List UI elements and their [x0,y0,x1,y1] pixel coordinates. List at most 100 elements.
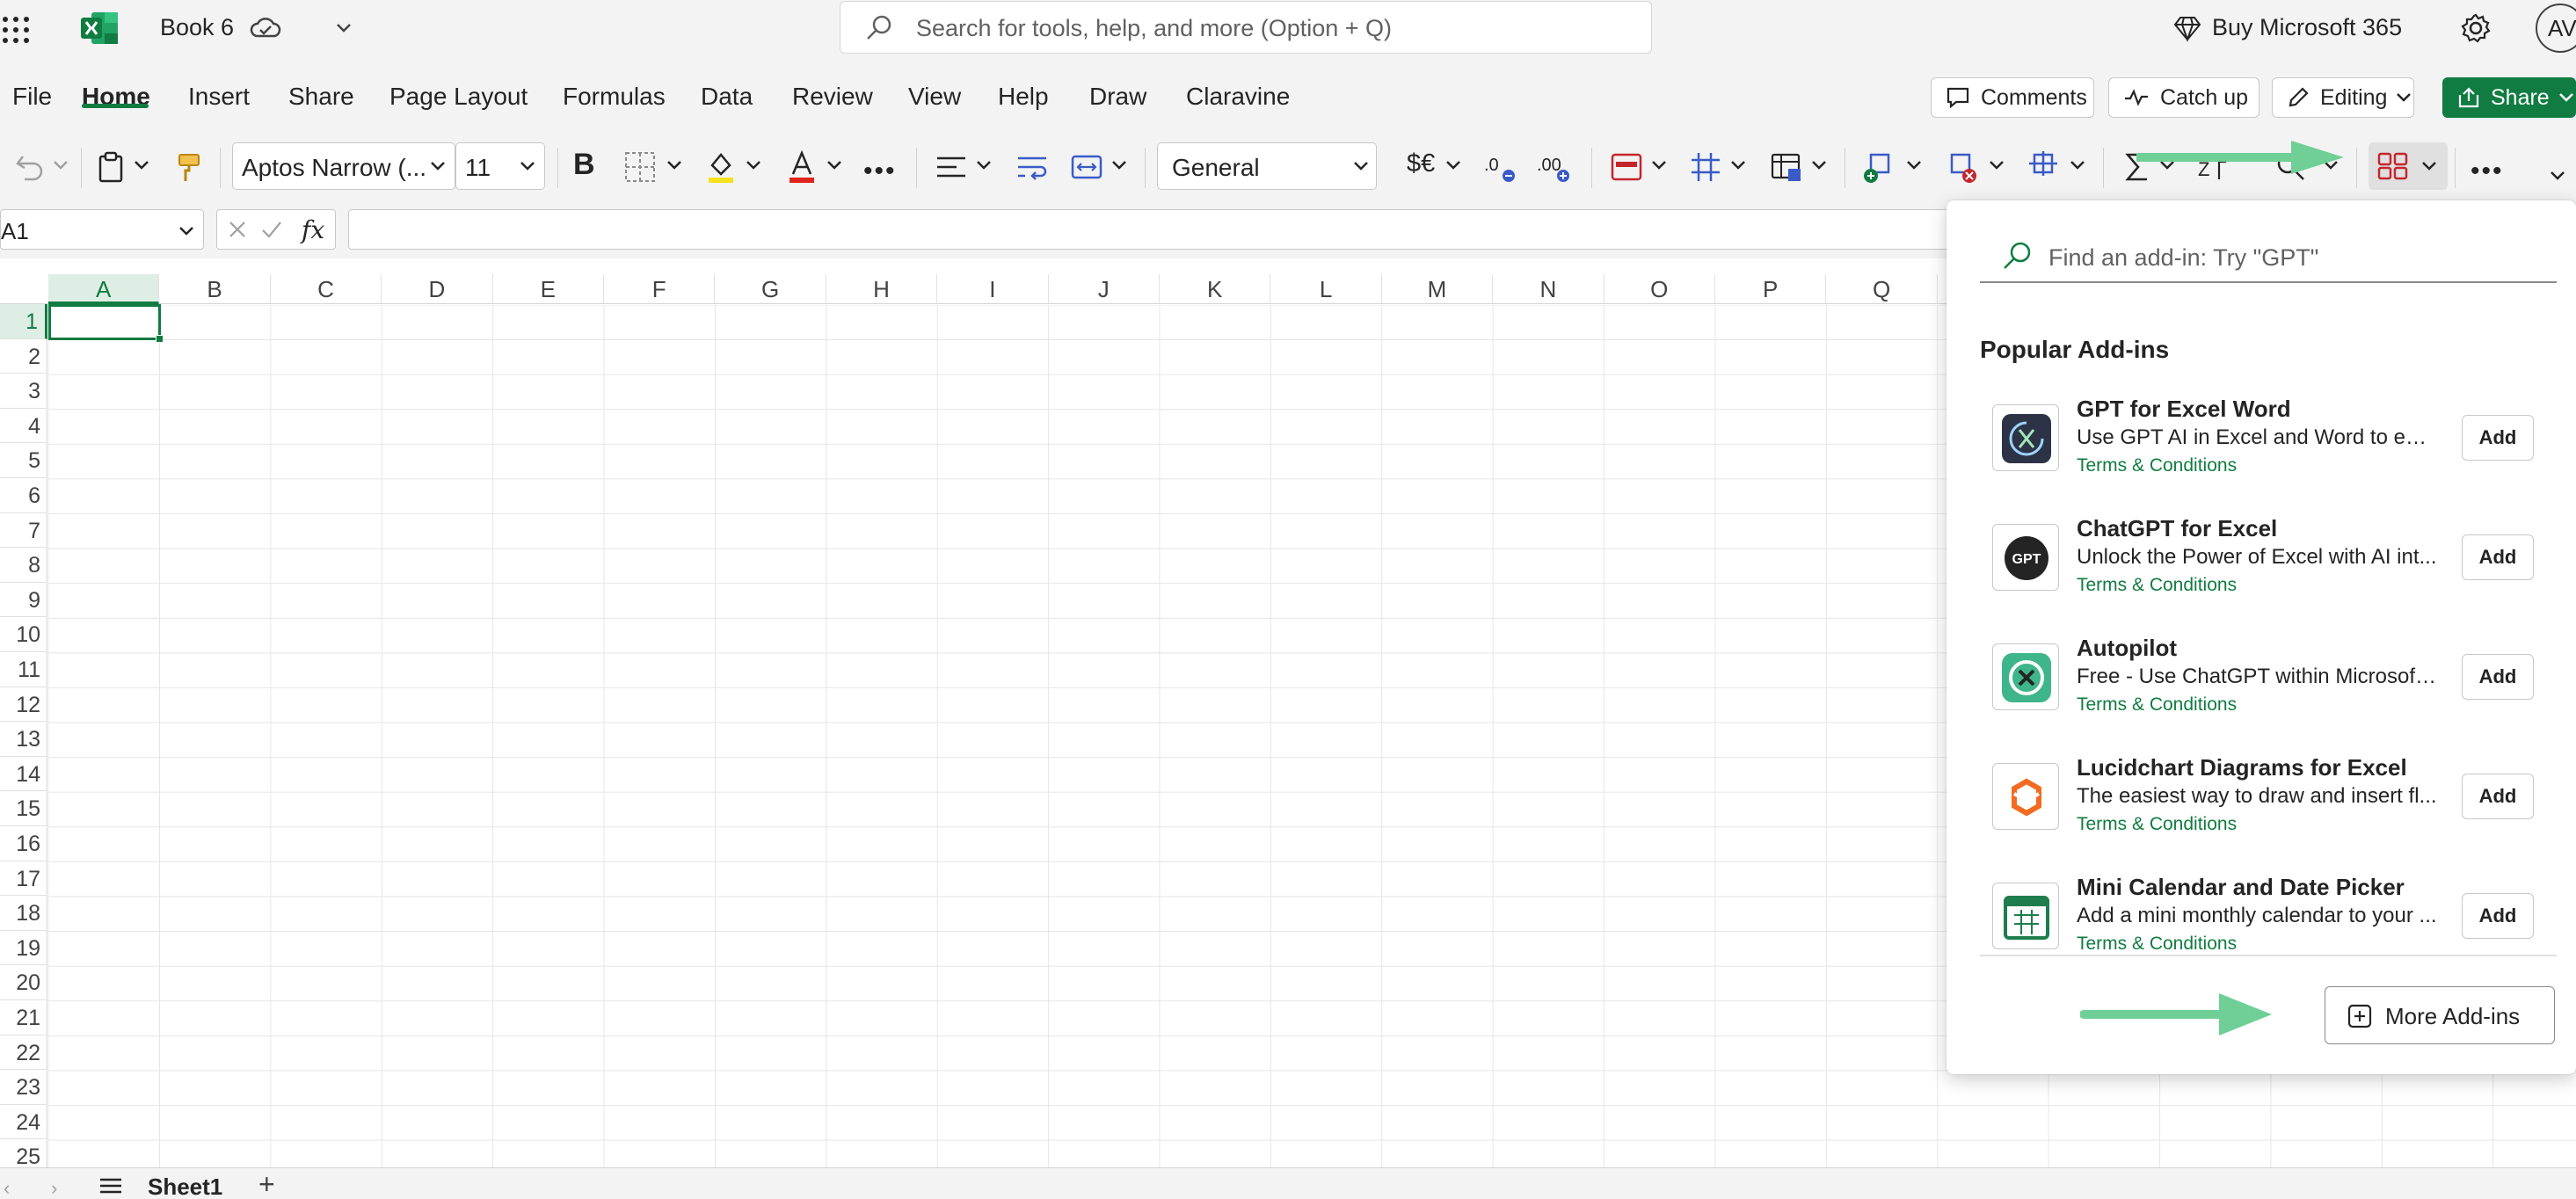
number-format-dropdown[interactable]: General [1157,142,1377,190]
editing-mode-button[interactable]: Editing [2272,77,2414,118]
tab-help[interactable]: Help [998,83,1049,111]
insert-cells-icon[interactable] [1862,149,1897,185]
column-header[interactable]: M [1382,274,1494,304]
conditional-formatting-icon[interactable] [1609,149,1644,185]
decrease-decimal-icon[interactable]: .0 [1482,149,1517,185]
paste-chevron-down-icon[interactable] [134,160,149,171]
all-sheets-menu-icon[interactable] [98,1177,123,1195]
column-header[interactable]: E [493,274,604,304]
cell-styles-icon[interactable] [1769,149,1804,185]
column-header[interactable]: H [826,274,938,304]
terms-link[interactable]: Terms & Conditions [2077,694,2237,716]
conditional-formatting-chevron-down-icon[interactable] [1651,160,1667,171]
row-header[interactable]: 8 [0,548,47,583]
row-header[interactable]: 25 [0,1139,47,1167]
borders-icon[interactable] [622,149,658,185]
row-header[interactable]: 16 [0,826,47,861]
row-header[interactable]: 15 [0,791,47,826]
delete-chevron-down-icon[interactable] [1989,160,2005,171]
bold-button[interactable]: B [573,148,595,182]
add-in-search-input[interactable]: Find an add-in: Try "GPT" [1980,230,2557,283]
add-button[interactable]: Add [2462,893,2534,939]
terms-link[interactable]: Terms & Conditions [2077,814,2237,835]
font-size-dropdown[interactable]: 11 [455,142,545,190]
scroll-left-icon[interactable]: ‹ [4,1177,10,1199]
buy-microsoft-365-link[interactable]: Buy Microsoft 365 [2212,14,2402,41]
currency-chevron-down-icon[interactable] [1445,160,1461,171]
merge-chevron-down-icon[interactable] [1111,160,1127,171]
delete-cells-icon[interactable] [1945,149,1980,185]
scroll-right-icon[interactable]: › [51,1177,57,1199]
comments-button[interactable]: Comments [1931,77,2094,118]
tab-file[interactable]: File [12,83,52,111]
row-header[interactable]: 19 [0,931,47,966]
row-header[interactable]: 22 [0,1036,47,1071]
row-header[interactable]: 3 [0,374,47,409]
font-name-dropdown[interactable]: Aptos Narrow (... [232,142,455,190]
row-header[interactable]: 18 [0,896,47,931]
column-header[interactable]: I [937,274,1049,304]
row-header[interactable]: 10 [0,617,47,652]
column-header[interactable]: K [1160,274,1271,304]
column-header[interactable]: N [1493,274,1605,304]
format-painter-icon[interactable] [172,149,207,185]
row-header[interactable]: 14 [0,757,47,792]
terms-link[interactable]: Terms & Conditions [2077,934,2237,951]
format-table-chevron-down-icon[interactable] [1730,160,1746,171]
add-in-item[interactable]: GPT for Excel Word Use GPT AI in Excel a… [1992,396,2546,492]
column-header[interactable]: D [382,274,493,304]
active-cell-a1[interactable] [48,304,164,343]
row-header[interactable]: 5 [0,443,47,478]
add-in-item[interactable]: Autopilot Free - Use ChatGPT within Micr… [1992,635,2546,731]
more-font-options-icon[interactable]: ••• [863,156,897,186]
row-header[interactable]: 12 [0,687,47,723]
fill-handle[interactable] [156,335,164,343]
row-header[interactable]: 13 [0,722,47,757]
tab-data[interactable]: Data [701,83,753,111]
title-chevron-down-icon[interactable] [336,23,352,33]
format-as-table-icon[interactable] [1688,149,1723,185]
tab-formulas[interactable]: Formulas [563,83,666,111]
tab-insert[interactable]: Insert [188,83,250,111]
add-in-item[interactable]: Lucidchart Diagrams for Excel The easies… [1992,754,2546,851]
merge-cells-icon[interactable] [1069,149,1104,185]
increase-decimal-icon[interactable]: .00 [1537,149,1572,185]
column-header[interactable]: P [1715,274,1827,304]
column-header[interactable]: A [48,274,160,304]
add-button[interactable]: Add [2462,654,2534,700]
add-button[interactable]: Add [2462,774,2534,819]
wrap-text-icon[interactable] [1015,149,1050,185]
tab-share[interactable]: Share [288,83,354,111]
row-header[interactable]: 20 [0,965,47,1000]
row-header[interactable]: 6 [0,478,47,513]
avatar[interactable]: AV [2536,4,2576,53]
ribbon-collapse-chevron-icon[interactable] [2550,171,2565,181]
sheet-tab-sheet1[interactable]: Sheet1 [148,1174,222,1199]
insert-function-fx-icon[interactable]: fx [302,215,324,244]
font-color-chevron-down-icon[interactable] [826,160,842,171]
confirm-check-icon[interactable] [261,220,282,239]
row-header[interactable]: 23 [0,1070,47,1105]
add-ins-button[interactable] [2369,142,2448,190]
cancel-x-icon[interactable] [228,220,247,239]
row-header[interactable]: 21 [0,1000,47,1036]
fill-color-icon[interactable] [703,149,739,185]
row-header[interactable]: 2 [0,339,47,374]
add-button[interactable]: Add [2462,534,2534,580]
row-header[interactable]: 1 [0,304,47,339]
format-chevron-down-icon[interactable] [2070,160,2085,171]
terms-link[interactable]: Terms & Conditions [2077,455,2237,476]
name-box[interactable]: A1 [0,209,204,250]
font-color-icon[interactable] [784,149,819,185]
borders-chevron-down-icon[interactable] [666,160,682,171]
column-header[interactable]: G [715,274,826,304]
tab-page-layout[interactable]: Page Layout [389,83,528,111]
share-button[interactable]: Share [2442,77,2576,118]
column-header[interactable]: C [271,274,382,304]
terms-link[interactable]: Terms & Conditions [2077,575,2237,596]
tab-view[interactable]: View [908,83,961,111]
align-left-icon[interactable] [934,149,969,185]
tab-review[interactable]: Review [792,83,873,111]
more-ribbon-options-icon[interactable]: ••• [2470,156,2504,186]
column-header[interactable]: L [1270,274,1382,304]
